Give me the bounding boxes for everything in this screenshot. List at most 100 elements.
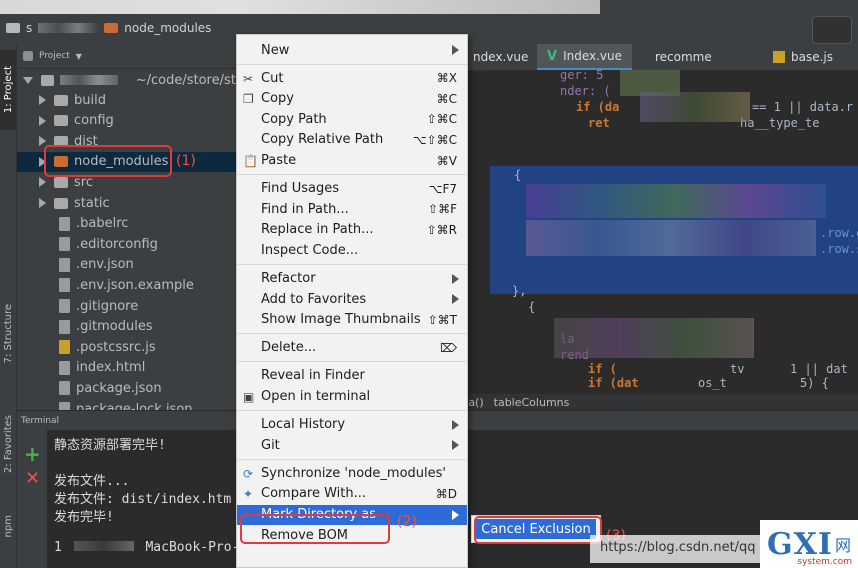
code-line: ret	[588, 116, 610, 130]
chevron-right-icon[interactable]	[39, 177, 46, 188]
menu-shortcut: ⌘D	[435, 486, 457, 501]
menu-item-find-usages[interactable]: Find Usages ⌥F7	[237, 179, 467, 199]
run-config-button[interactable]	[812, 16, 852, 44]
tree-item-label: .gitmodules	[76, 319, 153, 335]
chevron-right-icon[interactable]	[39, 95, 46, 105]
tab-favorites[interactable]: 2: Favorites	[0, 394, 16, 494]
menu-item-label: Show Image Thumbnails	[261, 312, 421, 328]
breadcrumb-root[interactable]: s	[26, 21, 32, 35]
menu-item-refactor[interactable]: Refactor	[237, 269, 467, 289]
folder-icon	[6, 23, 20, 33]
tab-ndex-vue[interactable]: ndex.vue	[463, 44, 538, 70]
chevron-right-icon[interactable]	[39, 136, 46, 147]
breadcrumb-folder[interactable]: node_modules	[124, 21, 211, 35]
menu-item-cut[interactable]: ✂ Cut ⌘X	[237, 68, 467, 88]
tree-file-row[interactable]: .gitignore	[17, 296, 237, 316]
breadcrumb-method[interactable]: tableColumns	[494, 396, 570, 409]
menu-item-replace-in-path[interactable]: Replace in Path... ⇧⌘R	[237, 220, 467, 240]
menu-shortcut: ⌥F7	[428, 181, 457, 196]
project-panel-title: Project	[39, 51, 70, 61]
close-icon[interactable]: ✕	[25, 468, 40, 489]
terminal-title: Terminal	[21, 415, 60, 426]
site-logo: GXI 网 system.com	[760, 520, 858, 568]
menu-item-label: Compare With...	[261, 486, 367, 502]
menu-item-copy[interactable]: ❐ Copy ⌘C	[237, 89, 467, 109]
menu-shortcut: ⌘V	[436, 153, 457, 168]
tree-file-row[interactable]: .postcssrc.js	[17, 337, 237, 357]
menu-separator	[237, 174, 467, 176]
folder-icon	[54, 94, 68, 106]
menu-separator	[237, 361, 467, 363]
menu-item-label: Reveal in Finder	[261, 368, 365, 384]
chevron-right-icon[interactable]	[39, 198, 46, 208]
file-icon	[59, 278, 70, 293]
tree-file-row[interactable]: .env.json	[17, 255, 237, 275]
add-icon[interactable]: +	[24, 442, 41, 466]
code-editor[interactable]: ger: 5 nder: ( if (da == 1 || data.r ret…	[490, 70, 858, 394]
tab-base-js[interactable]: base.js	[763, 44, 843, 70]
tree-item-label: .editorconfig	[76, 236, 158, 252]
project-icon	[23, 51, 33, 61]
annotation-label-1: (1)	[176, 153, 196, 169]
tab-structure[interactable]: 7: Structure	[0, 284, 16, 384]
chevron-down-icon[interactable]: ▼	[76, 52, 82, 61]
tree-item-label: package.json	[76, 380, 162, 396]
code-line: {	[514, 168, 522, 182]
menu-item-inspect-code[interactable]: Inspect Code...	[237, 240, 467, 260]
chevron-down-icon[interactable]	[23, 76, 33, 84]
paste-icon: 📋	[243, 154, 258, 168]
menu-item-copy-path[interactable]: Copy Path ⇧⌘C	[237, 109, 467, 129]
tree-file-row[interactable]: .env.json.example	[17, 275, 237, 295]
tab-index-vue[interactable]: V Index.vue	[537, 44, 633, 70]
folder-icon	[54, 176, 68, 188]
terminal-output[interactable]: 静态资源部署完毕! 发布文件... 发布文件: dist/index.htm 发…	[48, 430, 247, 568]
menu-separator	[237, 264, 467, 265]
tree-item-label: .babelrc	[76, 216, 129, 232]
tree-file-row[interactable]: package.json	[17, 378, 237, 398]
menu-item-copy-relative-path[interactable]: Copy Relative Path ⌥⇧⌘C	[237, 130, 467, 150]
blurred-project-name	[60, 75, 118, 85]
menu-item-label: Delete...	[261, 340, 317, 356]
menu-item-open-in-terminal[interactable]: ▣ Open in terminal	[237, 387, 467, 407]
menu-item-synchronize-node-modules[interactable]: ⟳ Synchronize 'node_modules'	[237, 463, 467, 483]
menu-item-label: Synchronize 'node_modules'	[261, 465, 446, 481]
tree-file-row[interactable]: .gitmodules	[17, 317, 237, 337]
copy-icon: ❐	[243, 92, 254, 107]
tree-folder-row[interactable]: config	[17, 111, 237, 131]
project-panel-header[interactable]: Project ▼	[17, 44, 237, 69]
menu-item-compare-with[interactable]: ✦ Compare With... ⌘D	[237, 484, 467, 504]
tree-folder-row[interactable]: build	[17, 90, 237, 110]
menu-item-reveal-in-finder[interactable]: Reveal in Finder	[237, 366, 467, 386]
tree-item-label: .env.json.example	[76, 277, 194, 293]
tree-file-row[interactable]: index.html	[17, 358, 237, 378]
code-line: ha__type_te	[740, 116, 820, 130]
menu-item-local-history[interactable]: Local History	[237, 415, 467, 435]
menu-separator	[237, 333, 467, 335]
chevron-right-icon[interactable]	[39, 115, 46, 126]
tab-npm[interactable]: npm	[0, 506, 16, 546]
sync-icon: ⟳	[243, 466, 254, 481]
menu-item-new[interactable]: New	[237, 40, 467, 60]
code-line: .row.g	[820, 226, 858, 240]
vue-icon: V	[547, 48, 558, 64]
breadcrumb: s node_modules	[6, 18, 211, 38]
submenu-arrow-icon	[452, 45, 459, 55]
tree-file-row[interactable]: .editorconfig	[17, 234, 237, 254]
tree-item-label: build	[74, 92, 106, 108]
menu-item-add-to-favorites[interactable]: Add to Favorites	[237, 289, 467, 309]
tab-project[interactable]: 1: Project	[0, 50, 16, 130]
menu-item-label: Paste	[261, 153, 297, 168]
folder-icon	[54, 115, 68, 127]
menu-item-delete[interactable]: Delete... ⌦	[237, 338, 467, 358]
menu-item-show-image-thumbnails[interactable]: Show Image Thumbnails ⇧⌘T	[237, 310, 467, 330]
tree-folder-row[interactable]: static	[17, 193, 237, 213]
menu-item-git[interactable]: Git	[237, 435, 467, 455]
logo-domain: system.com	[797, 557, 852, 567]
menu-shortcut: ⌥⇧⌘C	[412, 132, 457, 147]
tree-root-row[interactable]: ~/code/store/stc	[17, 70, 243, 90]
tree-file-row[interactable]: .babelrc	[17, 214, 237, 234]
tab-recommend[interactable]: recomme	[645, 44, 722, 70]
menu-item-paste[interactable]: 📋 Paste ⌘V	[237, 151, 467, 171]
menu-item-find-in-path[interactable]: Find in Path... ⇧⌘F	[237, 199, 467, 219]
code-line: 5) {	[800, 376, 829, 390]
